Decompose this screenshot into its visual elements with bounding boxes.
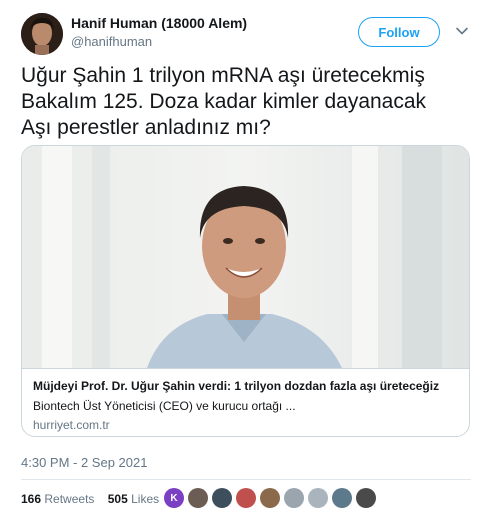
link-card[interactable]: Müjdeyi Prof. Dr. Uğur Şahin verdi: 1 tr… [21, 145, 470, 437]
likes-label: Likes [131, 492, 160, 506]
card-meta[interactable]: Müjdeyi Prof. Dr. Uğur Şahin verdi: 1 tr… [22, 368, 469, 436]
liker-avatar[interactable] [212, 488, 232, 508]
chevron-down-icon[interactable] [455, 24, 469, 38]
card-image[interactable] [22, 146, 470, 368]
author-handle[interactable]: @hanifhuman [71, 34, 152, 49]
liker-avatar[interactable] [332, 488, 352, 508]
author-avatar[interactable] [21, 13, 63, 55]
retweets-count: 166 [21, 492, 42, 506]
liker-avatar[interactable] [260, 488, 280, 508]
card-description: Biontech Üst Yöneticisi (CEO) ve kurucu … [33, 399, 296, 413]
tweet-timestamp[interactable]: 4:30 PM - 2 Sep 2021 [21, 455, 147, 470]
retweets-label: Retweets [44, 492, 95, 506]
card-title: Müjdeyi Prof. Dr. Uğur Şahin verdi: 1 tr… [33, 379, 440, 393]
likers-avatars: K [164, 488, 380, 508]
author-display-name[interactable]: Hanif Human (18000 Alem) [71, 15, 247, 31]
tweet-text: Uğur Şahin 1 trilyon mRNA aşı üretecekmi… [21, 63, 471, 141]
tweet-line: Uğur Şahin 1 trilyon mRNA aşı üretecekmi… [21, 64, 425, 87]
card-domain: hurriyet.com.tr [33, 418, 110, 432]
liker-avatar[interactable] [236, 488, 256, 508]
likes-count: 505 [107, 492, 128, 506]
tweet-stats: 166 Retweets 505 Likes [21, 492, 159, 506]
follow-button[interactable]: Follow [358, 17, 440, 47]
liker-avatar[interactable] [284, 488, 304, 508]
divider [21, 479, 471, 480]
liker-avatar[interactable] [356, 488, 376, 508]
likes-stat[interactable]: 505 Likes [108, 492, 159, 506]
liker-avatar[interactable]: K [164, 488, 184, 508]
retweets-stat[interactable]: 166 Retweets [21, 492, 94, 506]
liker-avatar[interactable] [308, 488, 328, 508]
tweet-line: Aşı perestler anladınız mı? [21, 116, 271, 139]
avatar-image [21, 13, 63, 55]
tweet-line: Bakalım 125. Doza kadar kimler dayanacak [21, 90, 427, 113]
liker-avatar[interactable] [188, 488, 208, 508]
